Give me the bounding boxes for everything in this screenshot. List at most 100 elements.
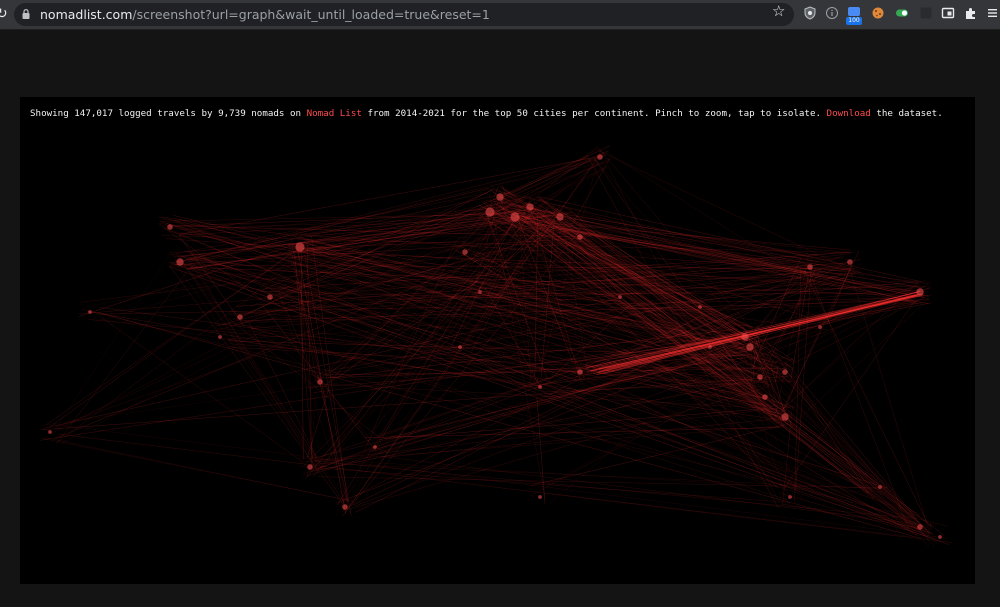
city-node[interactable] bbox=[496, 193, 504, 201]
city-node[interactable] bbox=[762, 394, 768, 400]
city-node[interactable] bbox=[746, 343, 754, 351]
travel-line bbox=[491, 162, 604, 187]
city-node[interactable] bbox=[373, 445, 377, 449]
city-node[interactable] bbox=[757, 374, 763, 380]
city-node[interactable] bbox=[295, 242, 305, 252]
travel-line bbox=[278, 306, 928, 517]
travel-line bbox=[505, 223, 931, 285]
city-node[interactable] bbox=[307, 464, 313, 470]
city-node[interactable] bbox=[48, 430, 52, 434]
city-node[interactable] bbox=[782, 369, 788, 375]
city-node[interactable] bbox=[807, 264, 813, 270]
menu-icon[interactable] bbox=[987, 6, 1000, 20]
address-bar[interactable]: nomadlist.com/screenshot?url=graph&wait_… bbox=[14, 3, 794, 26]
city-node[interactable] bbox=[556, 213, 564, 221]
travel-graph-panel[interactable]: Showing 147,017 logged travels by 9,739 … bbox=[20, 97, 975, 584]
travel-line bbox=[789, 422, 922, 530]
city-node[interactable] bbox=[458, 345, 462, 349]
travel-line bbox=[302, 187, 491, 254]
star-icon[interactable]: ☆ bbox=[772, 3, 785, 19]
travel-line bbox=[595, 148, 856, 273]
url-path: /screenshot?url=graph&wait_until_loaded=… bbox=[132, 7, 490, 22]
lock-icon[interactable] bbox=[22, 9, 30, 19]
travel-line bbox=[532, 165, 610, 205]
download-link[interactable]: Download bbox=[827, 108, 871, 119]
travel-line bbox=[499, 157, 596, 202]
url-host: nomadlist.com bbox=[40, 7, 133, 22]
cookie-extension-icon[interactable] bbox=[871, 6, 885, 20]
city-node[interactable] bbox=[462, 249, 468, 255]
caption-part2: from 2014-2021 for the top 50 cities per… bbox=[361, 108, 827, 119]
city-node[interactable] bbox=[818, 325, 822, 329]
travel-line bbox=[549, 493, 913, 538]
travel-lines bbox=[38, 145, 952, 548]
travel-network-graph[interactable] bbox=[20, 97, 975, 584]
travel-line bbox=[189, 253, 618, 297]
city-node[interactable] bbox=[847, 259, 853, 265]
city-node[interactable] bbox=[317, 379, 323, 385]
city-node[interactable] bbox=[917, 524, 923, 530]
travel-line bbox=[299, 164, 605, 465]
city-node[interactable] bbox=[577, 369, 583, 375]
city-node[interactable] bbox=[538, 385, 542, 389]
travel-line bbox=[741, 356, 893, 491]
travel-line bbox=[169, 265, 346, 508]
city-node[interactable] bbox=[741, 333, 749, 341]
travel-line bbox=[48, 253, 291, 428]
shield-extension-icon[interactable] bbox=[803, 6, 817, 20]
travel-line bbox=[58, 434, 952, 543]
city-node[interactable] bbox=[478, 290, 482, 294]
travel-line bbox=[54, 252, 172, 432]
url-text[interactable]: nomadlist.com/screenshot?url=graph&wait_… bbox=[40, 7, 490, 22]
city-node[interactable] bbox=[577, 234, 583, 240]
extension-badge: 100 bbox=[846, 17, 862, 25]
city-node[interactable] bbox=[597, 154, 603, 160]
city-node[interactable] bbox=[526, 203, 534, 211]
window-extension-icon[interactable] bbox=[941, 6, 955, 20]
travel-line bbox=[803, 269, 930, 528]
travel-line bbox=[748, 367, 928, 531]
green-toggle-extension-icon[interactable] bbox=[895, 6, 909, 20]
travel-line bbox=[56, 242, 574, 427]
city-node[interactable] bbox=[342, 504, 348, 510]
caption-part3: the dataset. bbox=[870, 108, 943, 119]
travel-line bbox=[307, 335, 736, 472]
travel-line bbox=[55, 225, 560, 439]
nomad-list-link[interactable]: Nomad List bbox=[307, 108, 362, 119]
travel-line bbox=[98, 312, 922, 539]
dark-extension-icon[interactable] bbox=[919, 6, 933, 20]
travel-line bbox=[778, 272, 847, 422]
caption-part1: Showing 147,017 logged travels by 9,739 … bbox=[30, 108, 307, 119]
travel-line bbox=[175, 253, 927, 528]
city-node[interactable] bbox=[267, 294, 273, 300]
puzzle-icon[interactable] bbox=[964, 6, 978, 20]
reload-icon[interactable]: ↻ bbox=[0, 6, 10, 22]
travel-line bbox=[341, 386, 768, 512]
city-node[interactable] bbox=[916, 288, 924, 296]
city-node[interactable] bbox=[485, 207, 495, 217]
caption-text: Showing 147,017 logged travels by 9,739 … bbox=[30, 107, 965, 121]
travel-line bbox=[745, 347, 929, 548]
city-node[interactable] bbox=[538, 495, 542, 499]
info-extension-icon[interactable] bbox=[825, 6, 839, 20]
city-node[interactable] bbox=[618, 295, 622, 299]
city-node[interactable] bbox=[167, 224, 173, 230]
travel-line bbox=[364, 427, 782, 438]
city-node[interactable] bbox=[510, 212, 520, 222]
city-node[interactable] bbox=[788, 495, 792, 499]
travel-line bbox=[335, 199, 524, 516]
city-node[interactable] bbox=[88, 310, 92, 314]
city-node[interactable] bbox=[218, 335, 222, 339]
travel-line bbox=[504, 206, 910, 296]
travel-line bbox=[530, 377, 929, 537]
city-node[interactable] bbox=[237, 314, 243, 320]
travel-line bbox=[319, 425, 780, 462]
city-node[interactable] bbox=[176, 258, 184, 266]
city-node[interactable] bbox=[878, 485, 882, 489]
city-node[interactable] bbox=[708, 345, 712, 349]
travel-line bbox=[786, 363, 915, 517]
city-node[interactable] bbox=[938, 535, 942, 539]
city-node[interactable] bbox=[781, 413, 789, 421]
city-node[interactable] bbox=[698, 305, 702, 309]
browser-toolbar: ↻ nomadlist.com/screenshot?url=graph&wai… bbox=[0, 0, 1000, 30]
